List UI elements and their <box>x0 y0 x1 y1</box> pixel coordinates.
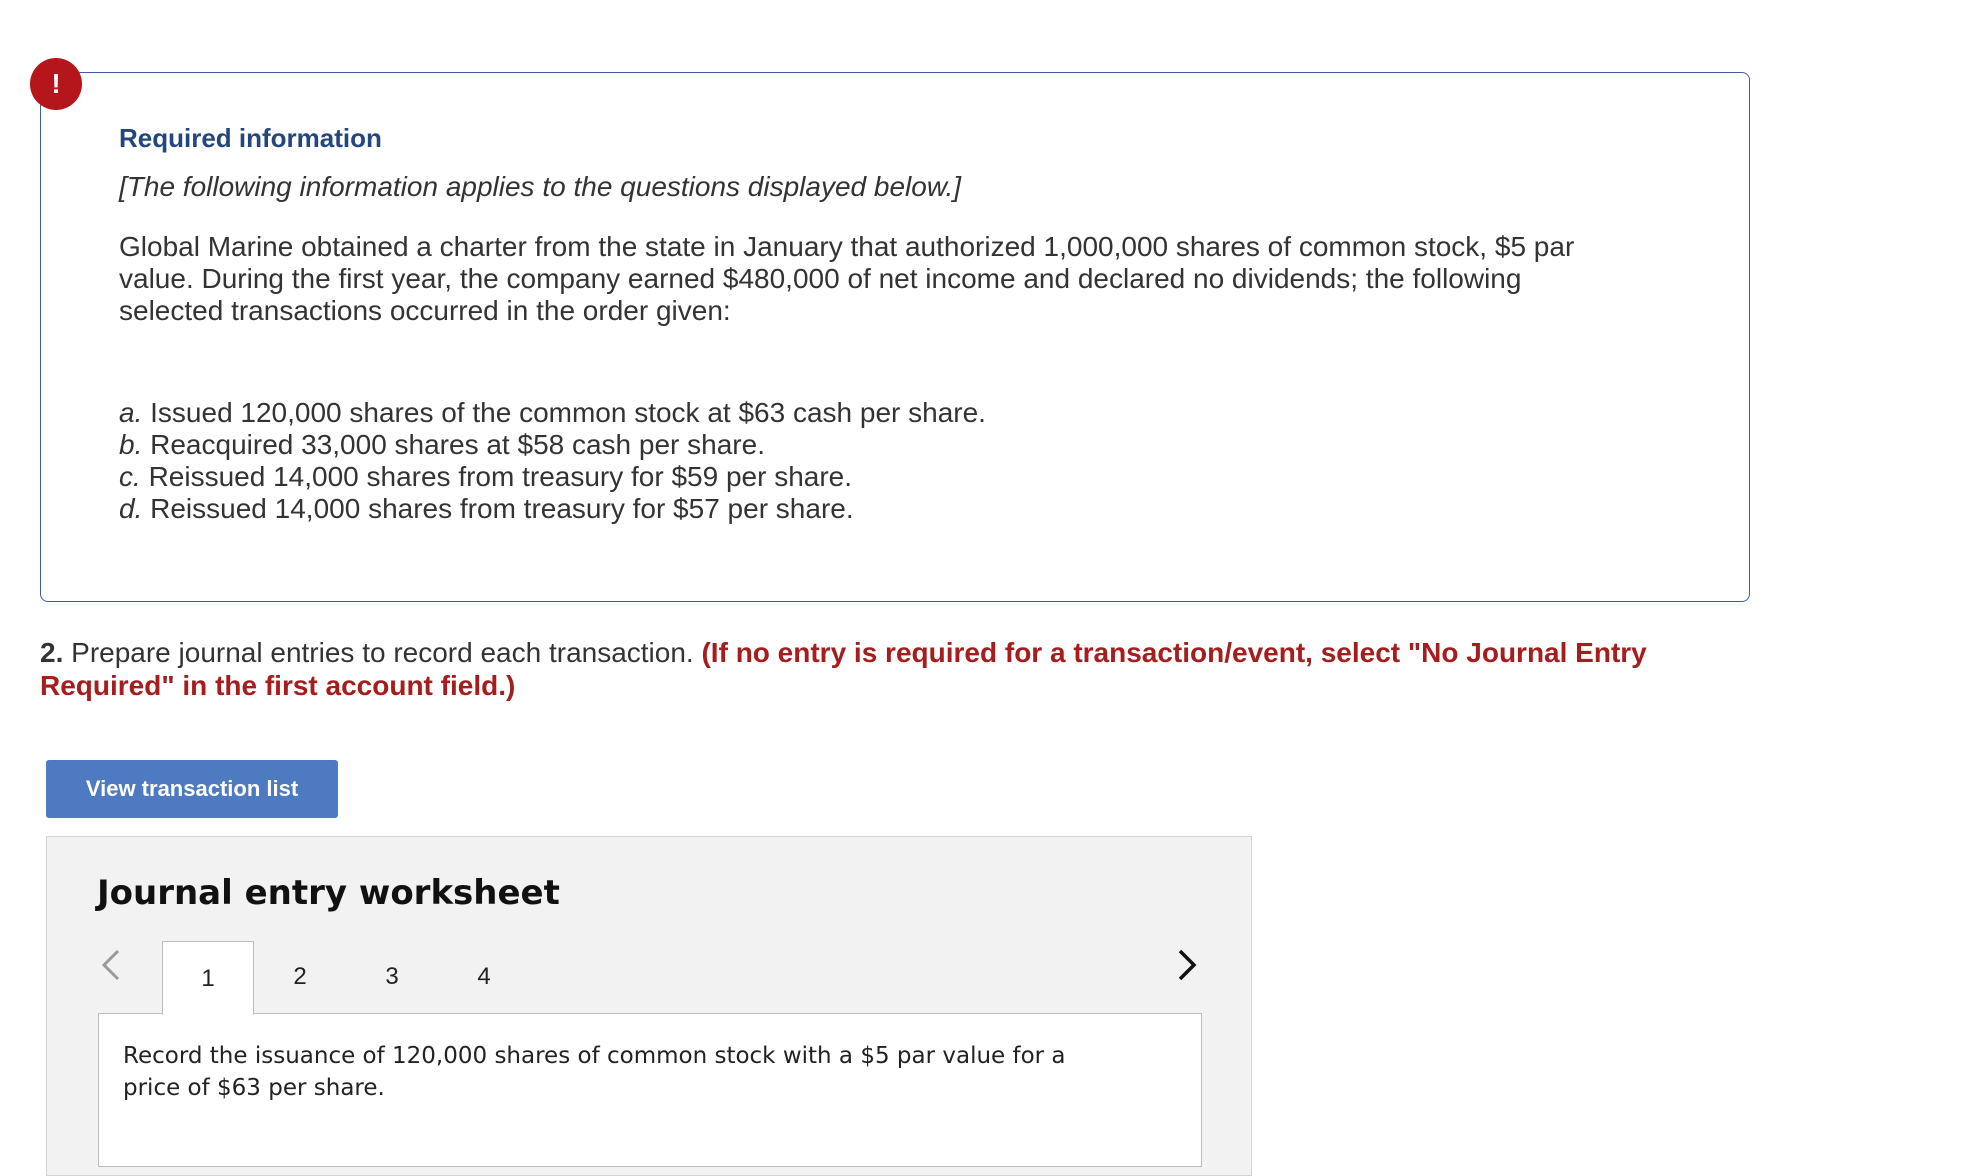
required-info-title: Required information <box>119 123 382 153</box>
transaction-letter: d. <box>119 493 143 524</box>
list-item: a. Issued 120,000 shares of the common s… <box>119 397 1679 429</box>
transaction-letter: a. <box>119 397 143 428</box>
entry-tabs: 1 2 3 4 <box>162 941 530 1015</box>
info-content: Required information [The following info… <box>119 121 1679 525</box>
transaction-text: Reissued 14,000 shares from treasury for… <box>150 493 854 524</box>
chevron-right-icon <box>1178 949 1197 981</box>
required-info-subtitle: [The following information applies to th… <box>119 171 962 202</box>
transaction-letter: b. <box>119 429 143 460</box>
list-item: d. Reissued 14,000 shares from treasury … <box>119 493 1679 525</box>
tab-entry-1[interactable]: 1 <box>162 941 254 1015</box>
entry-panel: Record the issuance of 120,000 shares of… <box>98 1013 1202 1167</box>
required-information-box: Required information [The following info… <box>40 72 1750 602</box>
scenario-paragraph: Global Marine obtained a charter from th… <box>119 231 1575 326</box>
previous-entry-button[interactable] <box>91 945 131 985</box>
question-number: 2. <box>40 637 64 668</box>
list-item: c. Reissued 14,000 shares from treasury … <box>119 461 1679 493</box>
list-item: b. Reacquired 33,000 shares at $58 cash … <box>119 429 1679 461</box>
tab-entry-2[interactable]: 2 <box>254 941 346 1013</box>
question-prompt: 2. Prepare journal entries to record eac… <box>40 636 1740 702</box>
transaction-text: Issued 120,000 shares of the common stoc… <box>150 397 986 428</box>
transaction-letter: c. <box>119 461 141 492</box>
next-entry-button[interactable] <box>1167 945 1207 985</box>
transaction-text: Reissued 14,000 shares from treasury for… <box>148 461 853 492</box>
transaction-list: a. Issued 120,000 shares of the common s… <box>119 397 1679 525</box>
chevron-left-icon <box>101 949 120 981</box>
alert-icon: ! <box>30 58 82 110</box>
entry-description: Record the issuance of 120,000 shares of… <box>123 1043 1066 1101</box>
view-transaction-list-button[interactable]: View transaction list <box>46 760 338 818</box>
question-text: Prepare journal entries to record each t… <box>71 637 694 668</box>
journal-entry-worksheet: Journal entry worksheet 1 2 3 4 Record t… <box>46 836 1252 1176</box>
worksheet-title: Journal entry worksheet <box>97 873 560 913</box>
transaction-text: Reacquired 33,000 shares at $58 cash per… <box>150 429 765 460</box>
tab-entry-4[interactable]: 4 <box>438 941 530 1013</box>
tab-entry-3[interactable]: 3 <box>346 941 438 1013</box>
